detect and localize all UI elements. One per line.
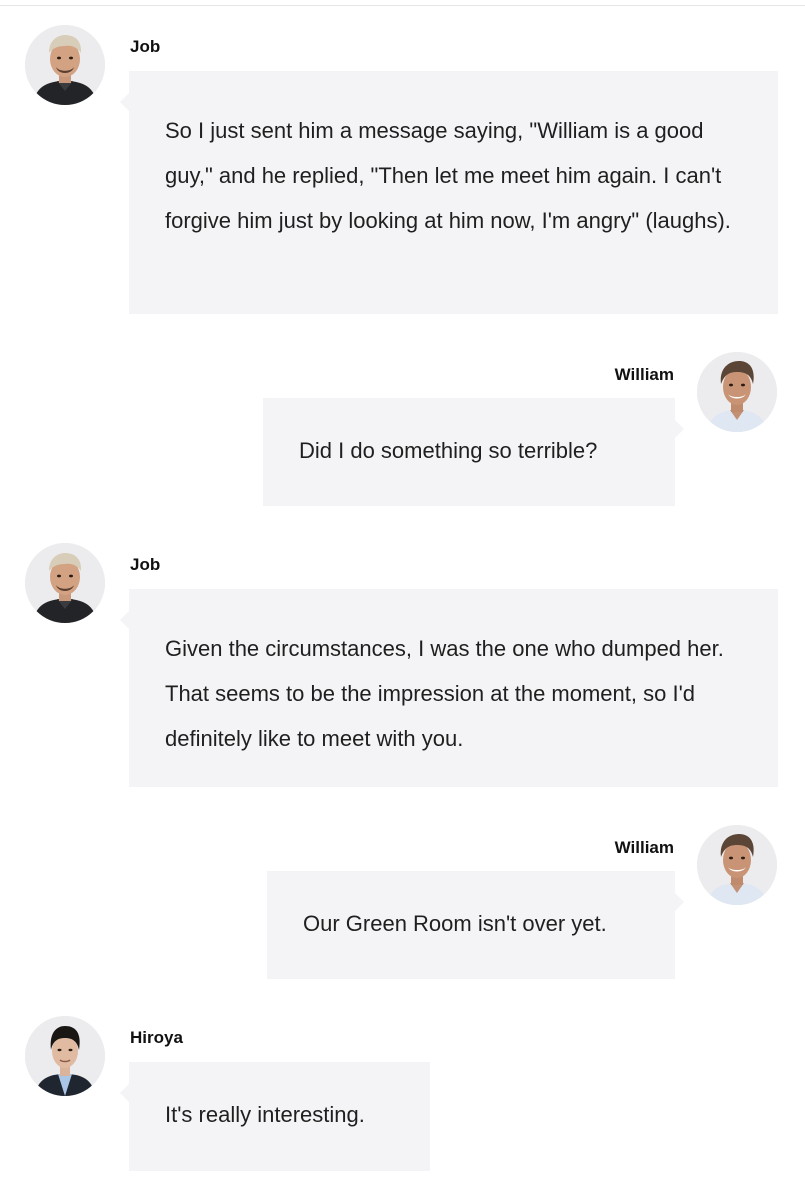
speaker-name: William bbox=[614, 838, 674, 857]
chat-message-william-1: William Did I do something so terrible? bbox=[0, 352, 805, 512]
chat-message-job-2: Job Given the circumstances, I was the o… bbox=[0, 518, 805, 798]
hiroya-portrait-icon bbox=[25, 1016, 105, 1096]
william-avatar bbox=[697, 352, 777, 432]
job-avatar bbox=[25, 25, 105, 105]
speaker-name: Job bbox=[130, 37, 161, 56]
bubble-tail bbox=[120, 611, 129, 629]
message-bubble: Our Green Room isn't over yet. bbox=[267, 871, 684, 979]
chat-message-william-2: William Our Green Room isn't over yet. bbox=[0, 825, 805, 985]
message-text: It's really interesting. bbox=[165, 1102, 365, 1127]
chat-message-hiroya: Hiroya It's really interesting. bbox=[0, 991, 805, 1181]
bubble-tail bbox=[675, 893, 684, 911]
chat-message-job-1: Job So I just sent him a message saying,… bbox=[0, 0, 805, 320]
speaker-name: Hiroya bbox=[130, 1028, 183, 1047]
bubble-tail bbox=[120, 93, 129, 111]
message-bubble: So I just sent him a message saying, "Wi… bbox=[120, 71, 778, 314]
william-portrait-icon bbox=[697, 352, 777, 432]
message-text: Our Green Room isn't over yet. bbox=[303, 911, 607, 936]
message-text: Did I do something so terrible? bbox=[299, 438, 598, 463]
job-portrait-icon bbox=[25, 543, 105, 623]
job-avatar bbox=[25, 543, 105, 623]
message-text: So I just sent him a message saying, "Wi… bbox=[165, 118, 731, 233]
message-bubble: Given the circumstances, I was the one w… bbox=[120, 589, 778, 787]
message-bubble: It's really interesting. bbox=[120, 1062, 430, 1171]
message-text: Given the circumstances, I was the one w… bbox=[165, 636, 724, 751]
job-portrait-icon bbox=[25, 25, 105, 105]
hiroya-avatar bbox=[25, 1016, 105, 1096]
william-avatar bbox=[697, 825, 777, 905]
bubble-tail bbox=[675, 420, 684, 438]
bubble-tail bbox=[120, 1084, 129, 1102]
speaker-name: William bbox=[614, 365, 674, 384]
message-bubble: Did I do something so terrible? bbox=[263, 398, 684, 506]
william-portrait-icon bbox=[697, 825, 777, 905]
speaker-name: Job bbox=[130, 555, 161, 574]
